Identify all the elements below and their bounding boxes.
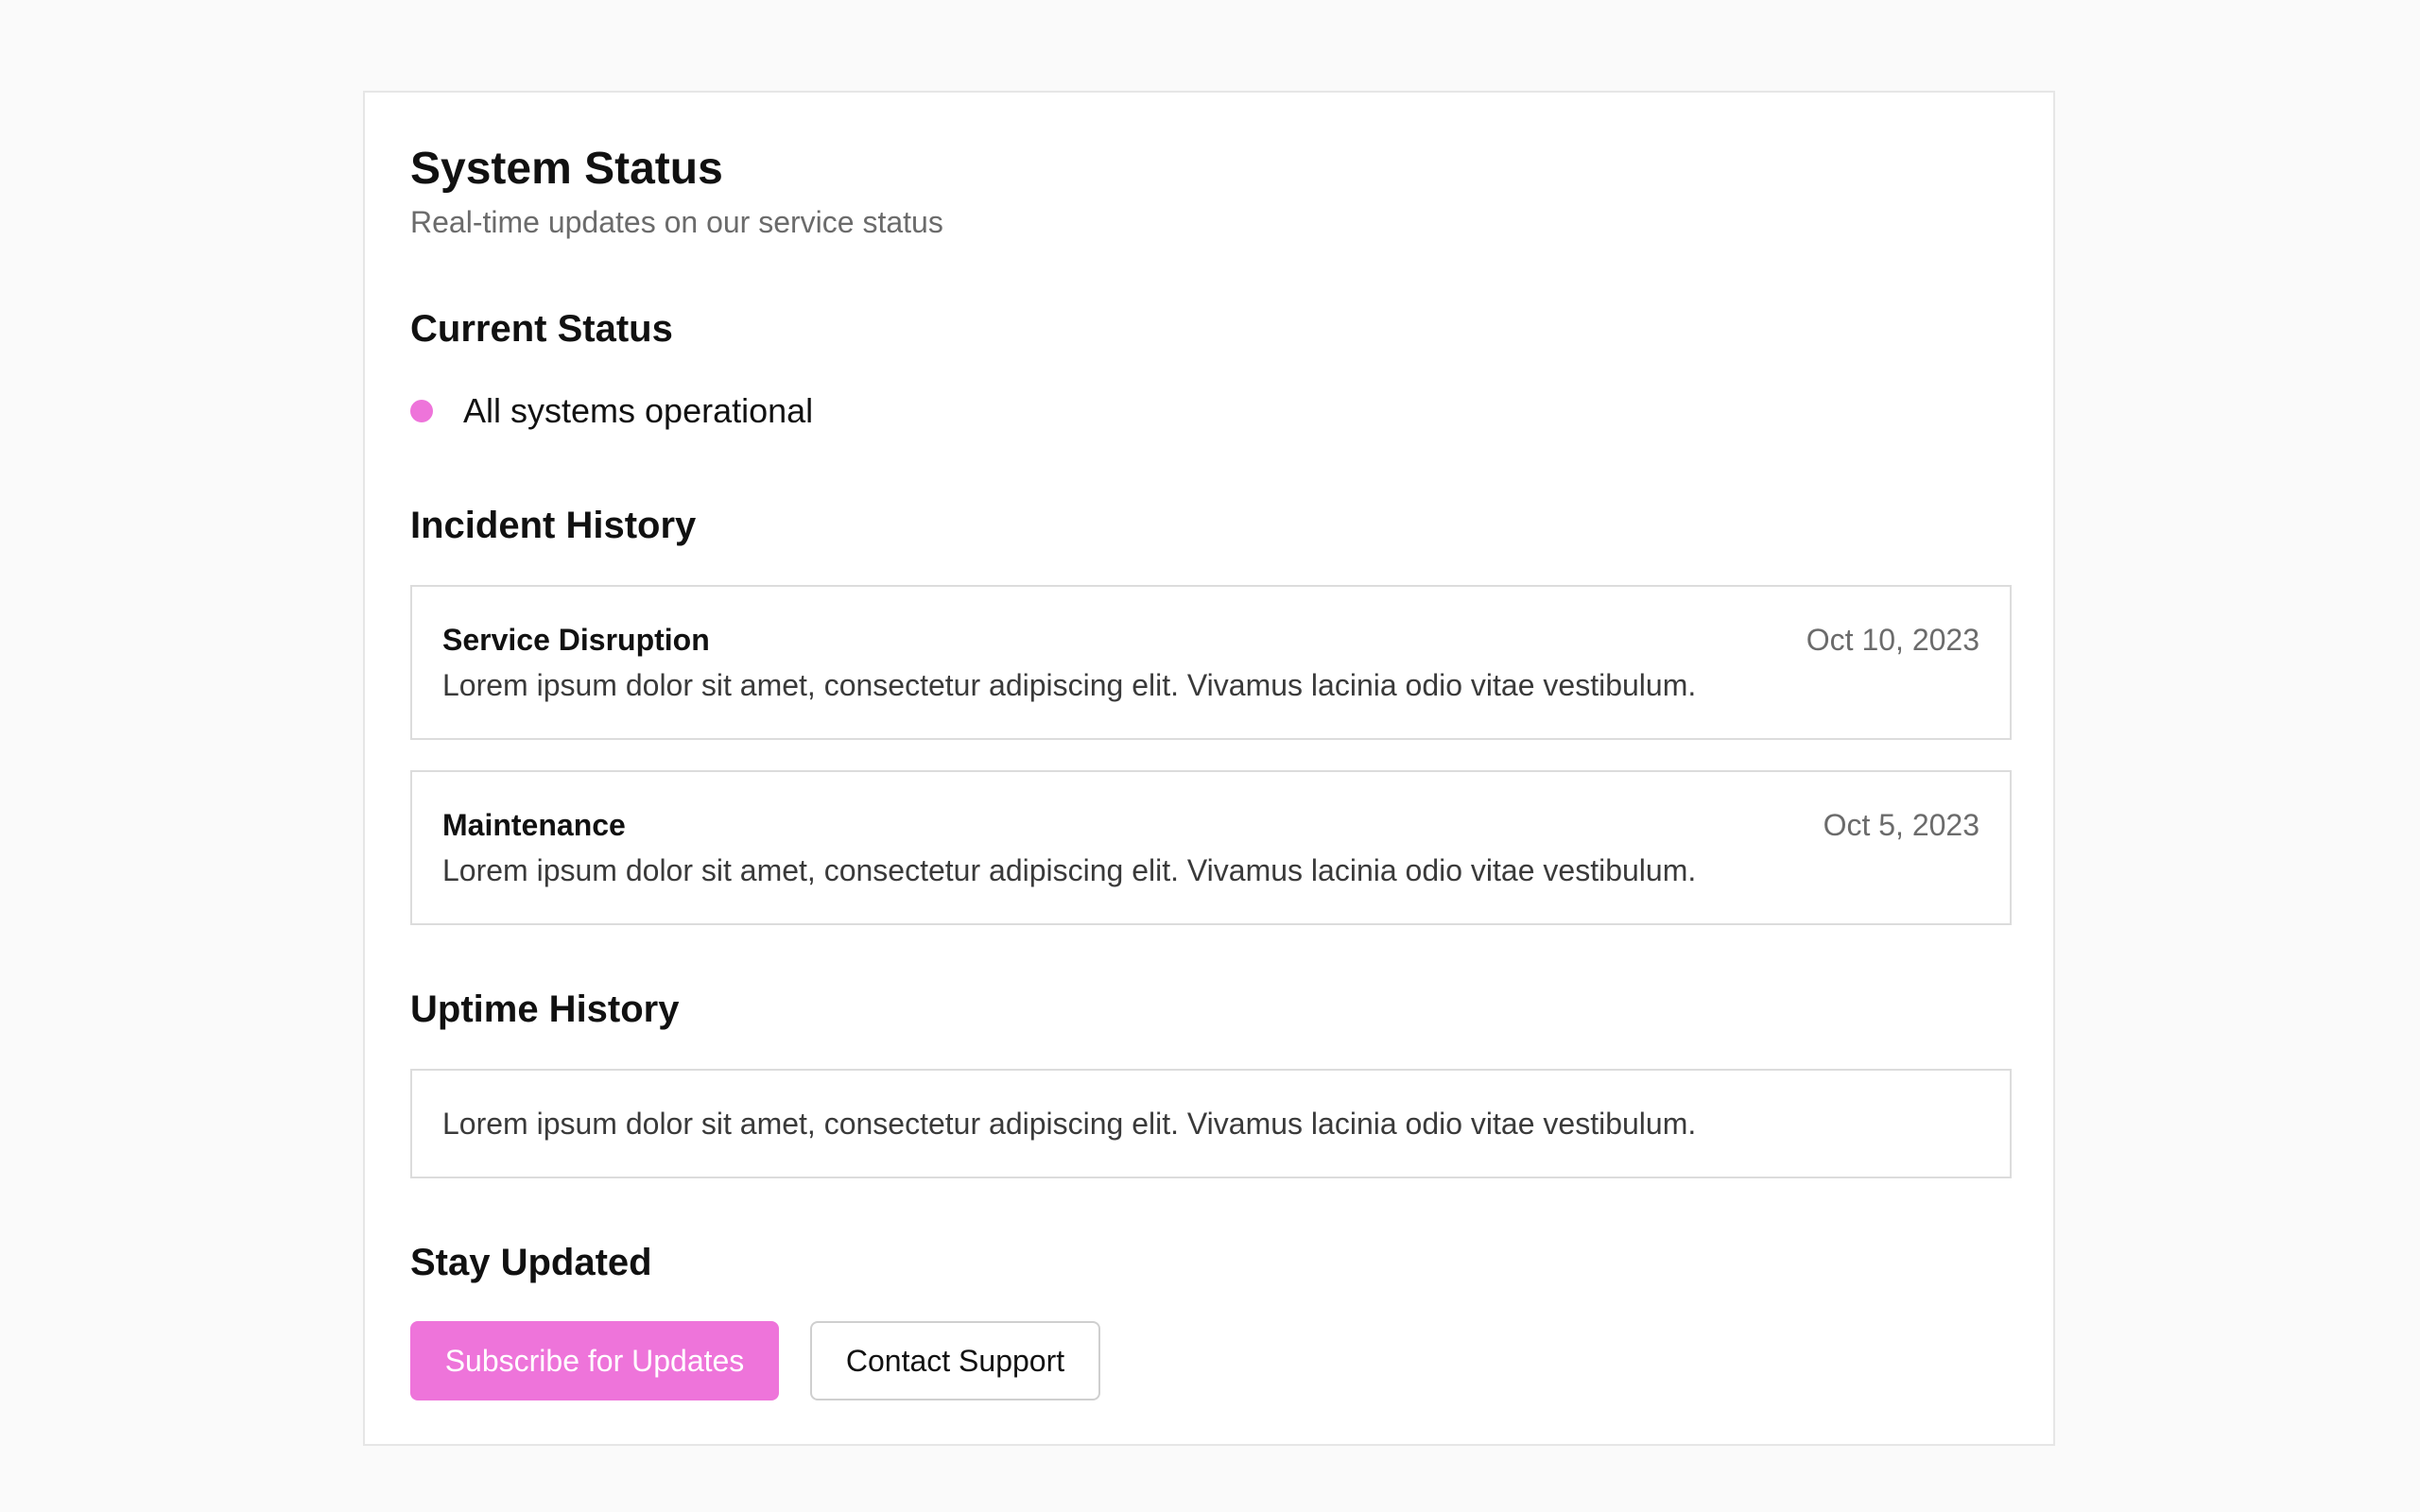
- incident-description: Lorem ipsum dolor sit amet, consectetur …: [442, 853, 1697, 887]
- uptime-history-heading: Uptime History: [410, 988, 680, 1030]
- incident-description: Lorem ipsum dolor sit amet, consectetur …: [442, 668, 1697, 702]
- incident-history-heading: Incident History: [410, 505, 697, 546]
- page-subtitle: Real-time updates on our service status: [410, 205, 943, 239]
- uptime-description: Lorem ipsum dolor sit amet, consectetur …: [442, 1107, 1697, 1141]
- incident-title: Maintenance: [442, 808, 626, 842]
- incident-card: Maintenance Oct 5, 2023 Lorem ipsum dolo…: [410, 770, 2012, 925]
- subscribe-button[interactable]: Subscribe for Updates: [410, 1321, 779, 1400]
- contact-support-button[interactable]: Contact Support: [810, 1321, 1100, 1400]
- incident-date: Oct 10, 2023: [1806, 623, 1979, 657]
- stay-updated-heading: Stay Updated: [410, 1242, 652, 1283]
- current-status-heading: Current Status: [410, 308, 673, 350]
- status-indicator-row: All systems operational: [410, 391, 814, 430]
- incident-date: Oct 5, 2023: [1823, 808, 1979, 842]
- status-text: All systems operational: [463, 391, 814, 430]
- page-title: System Status: [410, 144, 723, 194]
- status-dot-icon: [410, 400, 433, 422]
- status-card: System Status Real-time updates on our s…: [363, 91, 2055, 1446]
- incident-card: Service Disruption Oct 10, 2023 Lorem ip…: [410, 585, 2012, 740]
- uptime-history-panel: Lorem ipsum dolor sit amet, consectetur …: [410, 1069, 2012, 1178]
- incident-title: Service Disruption: [442, 623, 710, 657]
